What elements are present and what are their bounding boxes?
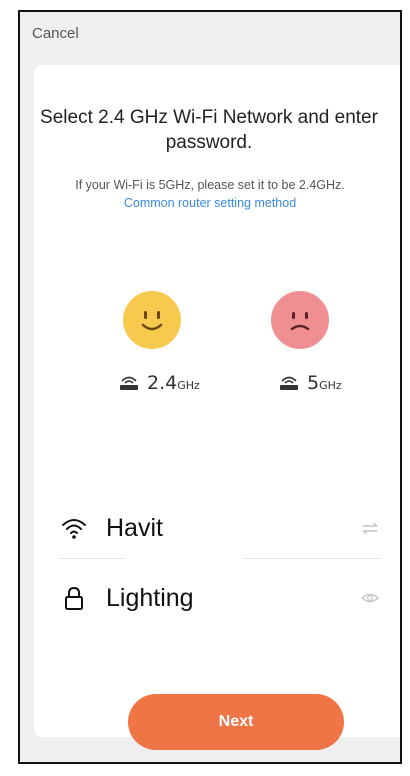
next-button-label: Next	[218, 713, 254, 730]
router-setting-link[interactable]: Common router setting method	[124, 196, 296, 210]
frequency-unit: GHz	[319, 379, 342, 392]
page-title: Select 2.4 GHz Wi-Fi Network and enter p…	[40, 107, 378, 153]
frequency-value: 5	[307, 372, 320, 394]
wifi-ssid-field[interactable]: Havit	[60, 510, 380, 546]
instruction-body: If your Wi-Fi is 5GHz, please set it to …	[75, 178, 345, 192]
wifi-icon	[62, 519, 86, 539]
next-button[interactable]: Next	[128, 694, 344, 750]
divider-gap	[124, 555, 244, 561]
password-value[interactable]: Lighting	[106, 584, 360, 613]
cancel-button[interactable]: Cancel	[32, 25, 79, 42]
wifi-setup-card: Select 2.4 GHz Wi-Fi Network and enter p…	[34, 65, 400, 750]
instruction-text: If your Wi-Fi is 5GHz, please set it to …	[54, 176, 366, 212]
frequency-5ghz: 5 GHz	[278, 372, 342, 394]
eye-icon[interactable]	[360, 588, 380, 608]
happy-face-icon	[123, 291, 181, 349]
sad-face-icon	[271, 291, 329, 349]
router-icon	[120, 376, 138, 390]
router-icon	[280, 376, 298, 390]
frequency-value: 2.4	[147, 372, 178, 394]
frequency-2-4ghz: 2.4 GHz	[118, 372, 200, 394]
password-field[interactable]: Lighting	[60, 580, 380, 616]
app-frame: Cancel Select 2.4 GHz Wi-Fi Network and …	[18, 10, 402, 764]
lock-icon	[65, 586, 83, 610]
swap-icon[interactable]	[360, 518, 380, 538]
wifi-ssid-value[interactable]: Havit	[106, 514, 360, 543]
frequency-unit: GHz	[177, 379, 200, 392]
